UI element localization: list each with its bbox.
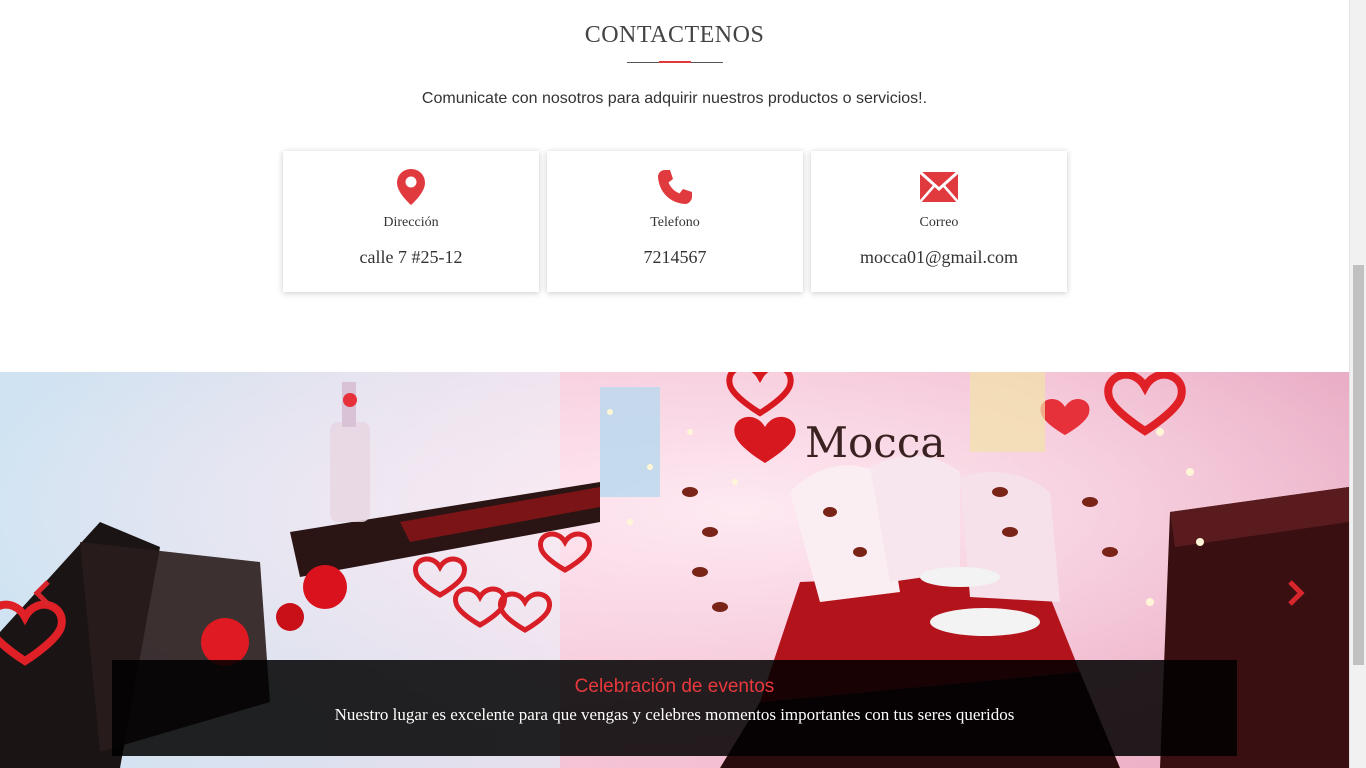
page: CONTACTENOS Comunicate con nosotros para… — [0, 0, 1366, 768]
section-title: CONTACTENOS — [584, 22, 765, 48]
caption-text: Nuestro lugar es excelente para que veng… — [334, 705, 1015, 724]
vertical-scrollbar[interactable] — [1349, 0, 1366, 768]
phone-icon — [547, 168, 803, 206]
phone-label: Telefono — [650, 215, 700, 230]
carousel-next-button[interactable] — [1281, 576, 1311, 610]
mail-label: Correo — [919, 215, 959, 230]
mail-icon — [811, 168, 1067, 206]
image-carousel: Mocca Celebración de eventos Nuestro lug… — [0, 372, 1349, 768]
section-subtitle: Comunicate con nosotros para adquirir nu… — [421, 90, 928, 107]
address-value: calle 7 #25-12 — [359, 247, 463, 267]
scrollbar-thumb[interactable] — [1353, 265, 1364, 665]
phone-value: 7214567 — [643, 247, 707, 267]
chevron-right-icon — [1288, 580, 1305, 606]
location-pin-icon — [283, 168, 539, 206]
address-card: Dirección calle 7 #25-12 — [283, 151, 539, 292]
contact-section: CONTACTENOS Comunicate con nosotros para… — [0, 0, 1349, 372]
mail-value[interactable]: mocca01@gmail.com — [811, 247, 1067, 268]
title-divider-accent — [659, 61, 691, 63]
carousel-prev-button[interactable] — [27, 576, 57, 610]
title-divider — [627, 61, 723, 63]
phone-card: Telefono 7214567 — [547, 151, 803, 292]
caption-title: Celebración de eventos — [574, 676, 775, 697]
mail-card: Correo mocca01@gmail.com — [811, 151, 1067, 292]
contact-cards: Dirección calle 7 #25-12 Telefono 721456… — [283, 151, 1067, 292]
svg-text:Mocca: Mocca — [805, 418, 945, 467]
chevron-left-icon — [33, 580, 50, 606]
address-label: Dirección — [383, 215, 439, 230]
carousel-caption: Celebración de eventos Nuestro lugar es … — [112, 660, 1237, 756]
